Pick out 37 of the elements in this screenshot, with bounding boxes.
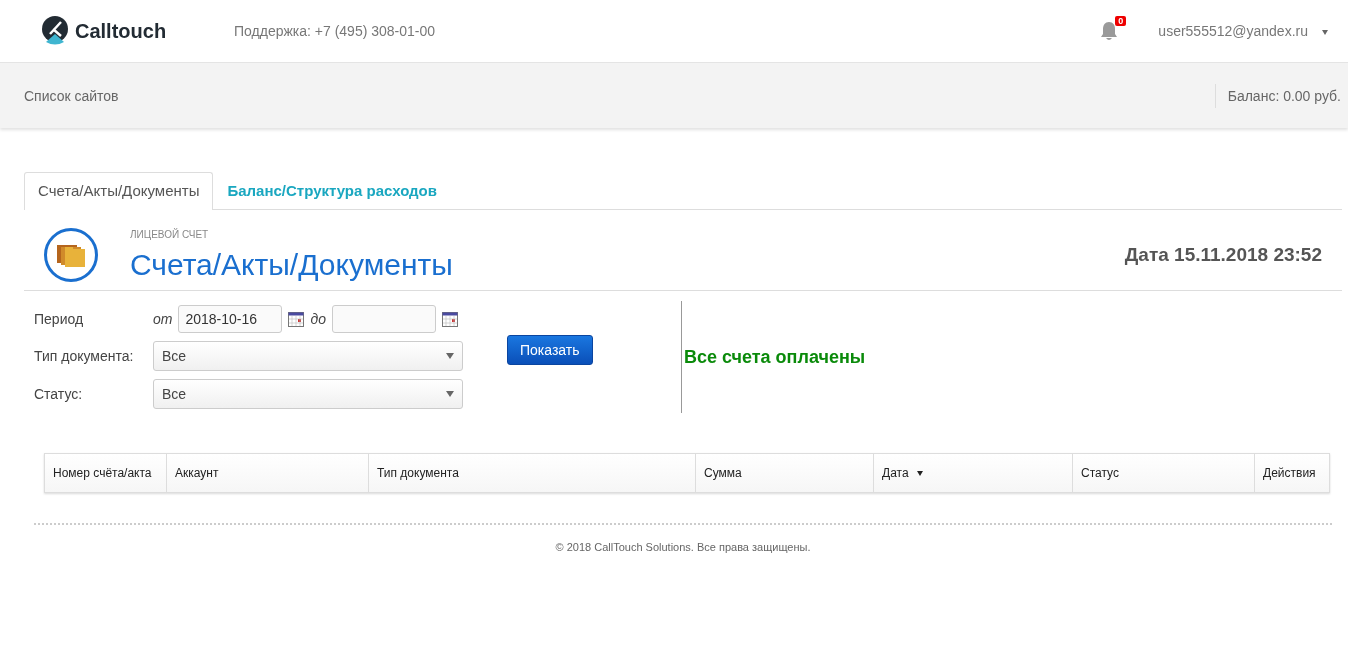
doc-type-label: Тип документа: [34, 348, 135, 364]
footer-text: © 2018 CallTouch Solutions. Все права защищены. [554, 541, 812, 553]
notification-badge: 0 [1115, 16, 1127, 26]
date-to-field[interactable] [332, 305, 436, 333]
column-header[interactable]: Статус [1072, 454, 1254, 492]
caret-icon [1322, 29, 1328, 35]
column-header[interactable]: Дата [873, 454, 1072, 492]
support-phone: Поддержка: +7 (495) 308-01-00 [234, 23, 436, 39]
column-header[interactable]: Номер счёта/акта [45, 454, 166, 492]
caret-icon [446, 391, 454, 397]
from-label: от [153, 311, 173, 327]
page-title: Счета/Акты/Документы [130, 247, 453, 282]
balance-text: Баланс: 0.00 руб. [1214, 83, 1341, 108]
date-from-field[interactable]: 2018-10-16 [178, 305, 283, 333]
sites-link[interactable]: Список сайтов [24, 87, 119, 104]
show-button[interactable]: Показать [507, 335, 593, 365]
column-header[interactable]: Аккаунт [166, 454, 368, 492]
status-select[interactable]: Все [153, 379, 463, 409]
column-header[interactable]: Действия [1254, 454, 1329, 492]
user-menu[interactable]: user555512@yandex.ru [1158, 23, 1328, 39]
date-text: Дата 15.11.2018 23:52 [1124, 244, 1322, 266]
section-caption: ЛИЦЕВОЙ СЧЕТ [130, 228, 210, 240]
status-label: Статус: [34, 386, 84, 402]
folder-icon [44, 228, 98, 282]
calendar-icon[interactable] [288, 311, 305, 327]
calendar-icon[interactable] [442, 311, 458, 327]
bell-icon[interactable] [1100, 21, 1119, 41]
to-label: до [310, 311, 326, 327]
caret-icon [446, 353, 454, 359]
column-header[interactable]: Сумма [695, 454, 873, 492]
logo-text: Calltouch [75, 19, 167, 43]
tab[interactable]: Счета/Акты/Документы [24, 172, 214, 210]
logo-icon [41, 16, 69, 46]
period-label: Период [34, 311, 85, 327]
doc-type-select[interactable]: Все [153, 341, 463, 371]
status-message: Все счета оплачены [684, 346, 866, 368]
column-header[interactable]: Тип документа [368, 454, 695, 492]
